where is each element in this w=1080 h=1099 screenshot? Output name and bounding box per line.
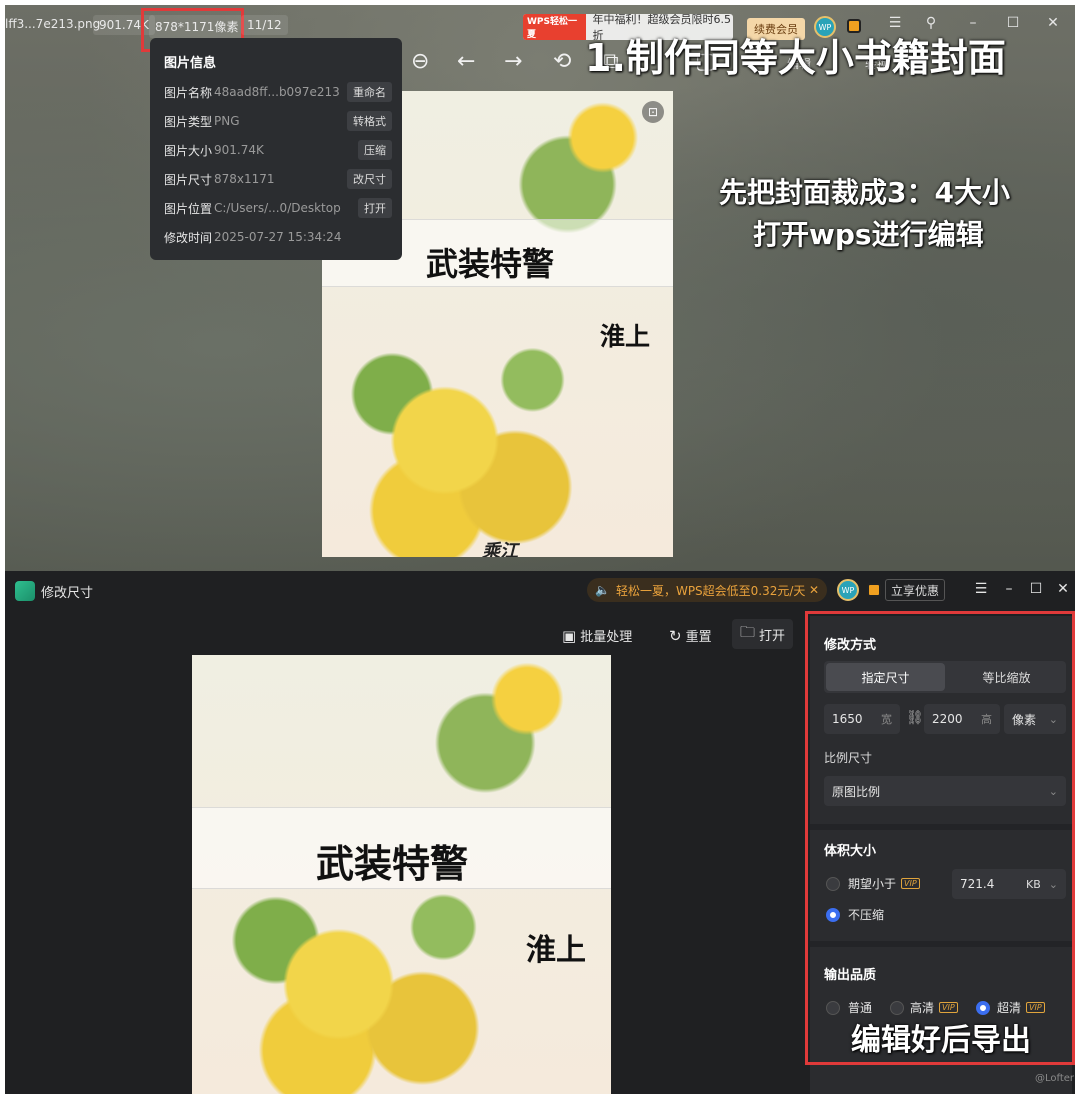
promo-notice[interactable]: 🔈 轻松一夏，WPS超会低至0.32元/天 ✕	[587, 578, 827, 602]
convert-format-button[interactable]: 转格式	[347, 111, 392, 131]
info-key: 图片尺寸	[164, 172, 213, 187]
info-row-size: 图片大小 901.74K 压缩	[164, 140, 392, 160]
shield-icon[interactable]	[867, 583, 881, 597]
image-viewer-window: lff3...7e213.png 901.74K 878*1171像素 11/1…	[5, 5, 1075, 571]
info-panel-title: 图片信息	[164, 56, 217, 71]
offer-button[interactable]: 立享优惠	[885, 579, 945, 601]
open-file-button[interactable]: 🗀 打开	[732, 619, 794, 649]
compress-button[interactable]: 压缩	[358, 140, 392, 160]
info-value: C:/Users/...0/Desktop	[214, 201, 341, 215]
batch-process-button[interactable]: ▣ 批量处理	[562, 626, 633, 646]
image-info-panel: 图片信息 图片名称 48aad8ff...b097e213 重命名 图片类型 P…	[150, 38, 402, 260]
user-avatar[interactable]: WP	[837, 579, 859, 601]
ocr-scan-icon[interactable]: ⊡	[642, 101, 664, 123]
menu-icon[interactable]: ☰	[971, 581, 991, 597]
rename-button[interactable]: 重命名	[347, 82, 392, 102]
close-icon[interactable]: ✕	[1053, 581, 1073, 597]
app-logo-icon	[15, 581, 35, 601]
notice-text: 轻松一夏，WPS超会低至0.32元/天	[615, 583, 806, 598]
refresh-icon: ↻	[669, 626, 682, 645]
info-key: 图片大小	[164, 143, 213, 158]
info-value: 2025-07-27 15:34:24	[214, 230, 342, 244]
open-location-button[interactable]: 打开	[358, 198, 392, 218]
folder-icon: 🗀	[740, 622, 756, 641]
info-row-name: 图片名称 48aad8ff...b097e213 重命名	[164, 82, 392, 102]
info-row-dimensions: 图片尺寸 878x1171 改尺寸	[164, 169, 392, 189]
settings-highlight-box	[805, 611, 1075, 1065]
zoom-out-icon[interactable]: ⊖	[411, 49, 429, 74]
caption-line-2: 打开wps进行编辑	[753, 218, 984, 251]
caption-export: 编辑好后导出	[851, 1023, 1031, 1058]
info-key: 图片名称	[164, 85, 213, 100]
app-title: 修改尺寸	[41, 586, 94, 601]
info-value: 48aad8ff...b097e213	[214, 85, 340, 99]
page-count-chip: 11/12	[241, 15, 288, 35]
info-row-type: 图片类型 PNG 转格式	[164, 111, 392, 131]
info-value: 901.74K	[214, 143, 264, 157]
speaker-icon: 🔈	[595, 583, 610, 597]
caption-line-1: 先把封面裁成3：4大小	[719, 176, 1010, 209]
info-key: 图片类型	[164, 114, 213, 129]
cover-signature: 乘江	[482, 541, 518, 557]
cover-title: 武装特警	[316, 842, 469, 886]
info-key: 图片位置	[164, 201, 213, 216]
book-cover-canvas: 武装特警 淮上	[192, 655, 611, 1094]
info-value: PNG	[214, 114, 240, 128]
maximize-icon[interactable]: ☐	[1003, 15, 1023, 31]
reset-button[interactable]: ↻ 重置	[669, 626, 712, 646]
filename-label: lff3...7e213.png	[5, 17, 101, 31]
watermark: @Lofter	[1035, 1073, 1075, 1084]
next-arrow-icon[interactable]: →	[504, 49, 522, 74]
maximize-icon[interactable]: ☐	[1026, 581, 1046, 597]
minimize-icon[interactable]: –	[999, 581, 1019, 597]
notice-close-icon[interactable]: ✕	[809, 583, 819, 597]
reset-label: 重置	[685, 630, 712, 645]
info-row-modified: 修改时间 2025-07-27 15:34:24	[164, 227, 392, 247]
image-icon: ▣	[562, 626, 577, 645]
batch-label: 批量处理	[580, 630, 633, 645]
info-key: 修改时间	[164, 230, 213, 245]
cover-author: 淮上	[526, 933, 586, 968]
previous-arrow-icon[interactable]: ←	[457, 49, 475, 74]
cover-title: 武装特警	[426, 245, 555, 283]
resize-title-bar: 修改尺寸 🔈 轻松一夏，WPS超会低至0.32元/天 ✕ WP 立享优惠 ☰ –…	[5, 571, 1075, 611]
rotate-icon[interactable]: ⟲	[553, 49, 571, 74]
open-label: 打开	[759, 628, 786, 644]
close-icon[interactable]: ✕	[1043, 15, 1063, 31]
info-value: 878x1171	[214, 172, 275, 186]
promo-tag: WPS轻松一夏	[523, 14, 587, 40]
resize-app-window: 修改尺寸 🔈 轻松一夏，WPS超会低至0.32元/天 ✕ WP 立享优惠 ☰ –…	[5, 571, 1075, 1094]
resize-button[interactable]: 改尺寸	[347, 169, 392, 189]
info-row-location: 图片位置 C:/Users/...0/Desktop 打开	[164, 198, 392, 218]
caption-step-1: 1.制作同等大小书籍封面	[585, 36, 1006, 80]
cover-author: 淮上	[600, 322, 651, 351]
